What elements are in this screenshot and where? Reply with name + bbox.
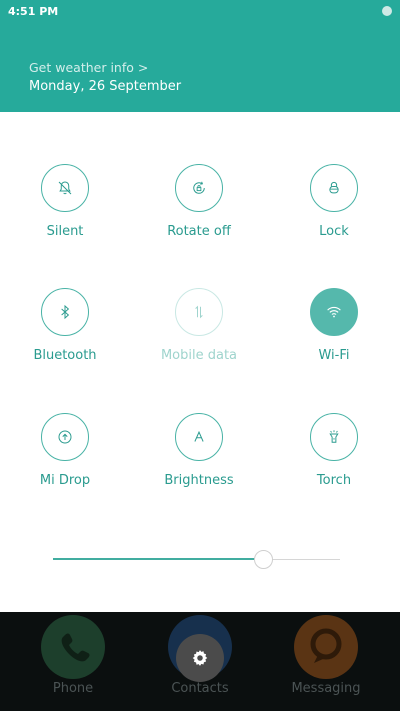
toggle-torch[interactable]: Torch	[279, 413, 389, 503]
toggle-mobile-data[interactable]: Mobile data	[144, 288, 254, 378]
toggle-mi-drop[interactable]: Mi Drop	[10, 413, 120, 503]
status-time: 4:51 PM	[8, 5, 59, 18]
toggle-circle[interactable]	[41, 288, 89, 336]
toggle-circle[interactable]	[175, 288, 223, 336]
toggle-label: Wi-Fi	[318, 348, 350, 363]
toggle-brightness[interactable]: Brightness	[144, 413, 254, 503]
torch-icon	[329, 430, 339, 443]
toggle-circle[interactable]	[41, 164, 89, 212]
toggle-label: Bluetooth	[33, 348, 97, 363]
toggle-label: Silent	[46, 224, 84, 239]
bluetooth-icon	[61, 304, 70, 320]
toggle-circle[interactable]	[175, 164, 223, 212]
phone-icon[interactable]	[41, 615, 105, 679]
weather-info-link[interactable]: Get weather info >	[29, 60, 148, 75]
notification-dot-icon	[382, 6, 392, 16]
dock-label: Messaging	[291, 681, 361, 696]
messaging-icon[interactable]	[294, 615, 358, 679]
toggle-label: Mobile data	[160, 348, 238, 363]
dock-item-phone[interactable]: Phone	[13, 612, 133, 711]
dock-label: Phone	[52, 681, 94, 696]
toggle-bluetooth[interactable]: Bluetooth	[10, 288, 120, 378]
status-bar: 4:51 PM	[0, 0, 400, 24]
toggle-silent[interactable]: Silent	[10, 164, 120, 254]
toggle-lock[interactable]: Lock	[279, 164, 389, 254]
toggle-label: Brightness	[164, 473, 234, 488]
brightness-a-icon	[194, 430, 204, 442]
toggle-label: Torch	[316, 473, 352, 488]
toggle-rotate[interactable]: Rotate off	[144, 164, 254, 254]
toggle-circle[interactable]	[310, 413, 358, 461]
gear-icon	[192, 650, 208, 666]
toggle-circle[interactable]	[41, 413, 89, 461]
slider-thumb[interactable]	[253, 550, 273, 569]
toggle-label: Mi Drop	[39, 473, 91, 488]
rotate-lock-icon	[193, 181, 205, 194]
quick-settings-panel: Silent Rotate off Lock Bluetooth Mobile …	[0, 112, 400, 612]
date-label: Monday, 26 September	[29, 79, 182, 94]
mobile-data-icon	[195, 305, 203, 319]
brightness-slider[interactable]	[53, 548, 340, 572]
notification-header: 4:51 PM Get weather info > Monday, 26 Se…	[0, 0, 400, 112]
wifi-icon	[327, 306, 341, 318]
slider-fill	[53, 558, 263, 560]
toggle-label: Rotate off	[167, 224, 231, 239]
toggle-circle[interactable]	[310, 164, 358, 212]
dock-label: Contacts	[171, 681, 229, 696]
lock-icon	[329, 181, 339, 194]
dock-item-messaging[interactable]: Messaging	[266, 612, 386, 711]
toggle-wifi[interactable]: Wi-Fi	[279, 288, 389, 378]
toggle-circle[interactable]	[310, 288, 358, 336]
upload-icon	[58, 430, 72, 444]
settings-button[interactable]	[176, 634, 224, 682]
toggle-circle[interactable]	[175, 413, 223, 461]
bell-off-icon	[58, 181, 72, 195]
toggle-label: Lock	[319, 224, 349, 239]
